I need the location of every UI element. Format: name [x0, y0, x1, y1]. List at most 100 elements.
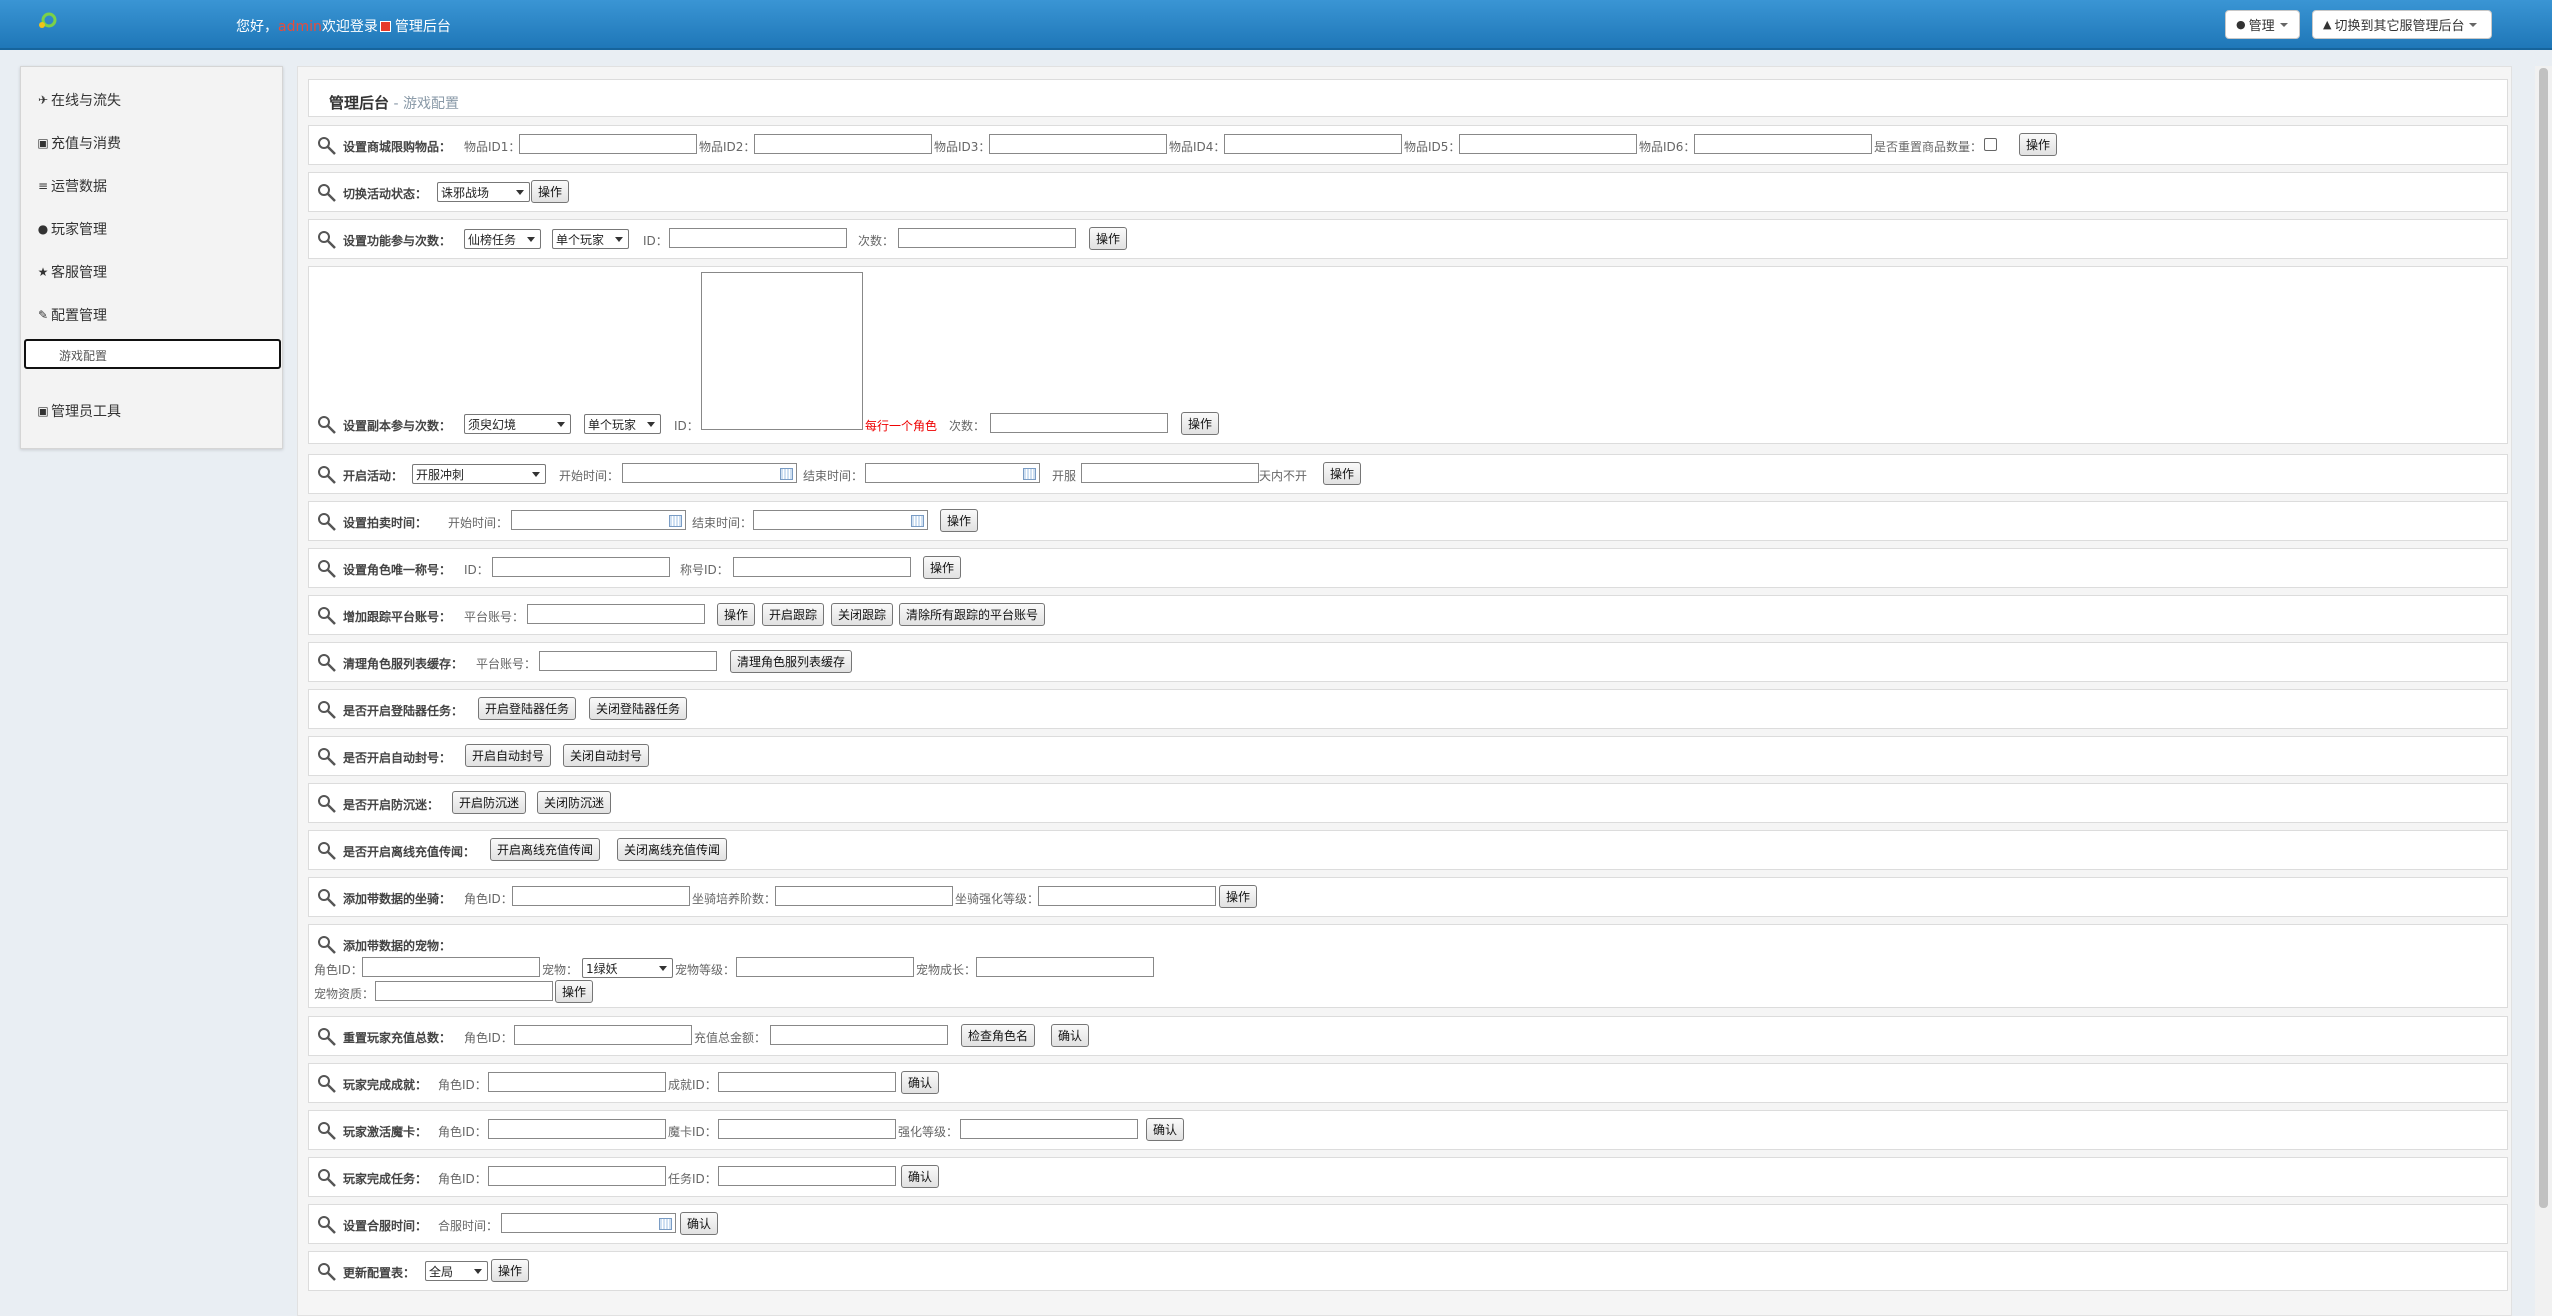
start-time-input[interactable]: [622, 463, 797, 483]
card-id-input[interactable]: [718, 1119, 896, 1139]
search-icon: [318, 466, 336, 484]
role-id-textarea[interactable]: [701, 272, 863, 430]
title-id-input[interactable]: [733, 557, 911, 577]
merge-time-confirm-button[interactable]: 确认: [680, 1212, 719, 1235]
greeting-text: 您好，: [236, 19, 278, 35]
dungeon-count-button[interactable]: 操作: [1181, 412, 1220, 435]
enable-offline-recharge-button[interactable]: 开启离线充值传闻: [490, 838, 601, 861]
enable-login-task-button[interactable]: 开启登陆器任务: [478, 697, 577, 720]
recharge-amount-input[interactable]: [770, 1025, 948, 1045]
mount-strength-input[interactable]: [1038, 886, 1216, 906]
pet-aptitude-input[interactable]: [375, 981, 553, 1001]
func-count-button[interactable]: 操作: [1089, 227, 1128, 250]
item-id2-input[interactable]: [754, 134, 932, 154]
shop-limit-button[interactable]: 操作: [2019, 133, 2058, 156]
manage-label: 管理: [2248, 19, 2275, 34]
auction-end-input[interactable]: [753, 510, 928, 530]
update-config-label: 更新配置表：: [343, 1266, 416, 1280]
item-id6-input[interactable]: [1694, 134, 1872, 154]
one-per-line-hint: 每行一个角色: [865, 419, 938, 433]
task-confirm-button[interactable]: 确认: [901, 1165, 940, 1188]
mount-role-id-input[interactable]: [512, 886, 690, 906]
pet-role-id-input[interactable]: [362, 957, 540, 977]
sidebar-item-config[interactable]: ✎ 配置管理: [37, 305, 107, 325]
clear-tracking-button[interactable]: 清除所有跟踪的平台账号: [899, 603, 1046, 626]
disable-anti-addiction-button[interactable]: 关闭防沉迷: [537, 791, 612, 814]
sidebar-item-operations[interactable]: ≡ 运营数据: [37, 176, 107, 196]
card-role-id-input[interactable]: [488, 1119, 666, 1139]
player-scope-select[interactable]: 单个玩家: [584, 414, 661, 434]
platform-account-input[interactable]: [527, 604, 705, 624]
item-id3-input[interactable]: [989, 134, 1167, 154]
function-select[interactable]: 仙榜任务: [464, 229, 541, 249]
achievement-id-input[interactable]: [718, 1072, 896, 1092]
auction-time-row: 设置拍卖时间： 开始时间： 结束时间： 操作: [308, 501, 2508, 541]
sidebar-item-recharge[interactable]: ▣ 充值与消费: [37, 133, 121, 153]
stop-tracking-button[interactable]: 关闭跟踪: [831, 603, 894, 626]
manage-dropdown[interactable]: ● 管理: [2225, 10, 2300, 39]
task-role-id-input[interactable]: [488, 1166, 666, 1186]
sidebar-item-players[interactable]: ● 玩家管理: [37, 219, 107, 239]
dungeon-select[interactable]: 须臾幻境: [464, 414, 571, 434]
item-id1-input[interactable]: [519, 134, 697, 154]
pet-select[interactable]: 1绿妖: [582, 958, 673, 978]
achievement-confirm-button[interactable]: 确认: [901, 1071, 940, 1094]
track-account-row: 增加跟踪平台账号： 平台账号： 操作 开启跟踪 关闭跟踪 清除所有跟踪的平台账号: [308, 595, 2508, 635]
enable-anti-addiction-button[interactable]: 开启防沉迷: [452, 791, 527, 814]
role-id-input[interactable]: [492, 557, 670, 577]
add-pet-button[interactable]: 操作: [555, 980, 594, 1003]
activate-card-row: 玩家激活魔卡： 角色ID： 魔卡ID： 强化等级： 确认: [308, 1110, 2508, 1150]
disable-offline-recharge-button[interactable]: 关闭离线充值传闻: [617, 838, 728, 861]
recharge-role-id-input[interactable]: [514, 1025, 692, 1045]
mount-train-input[interactable]: [775, 886, 953, 906]
dungeon-count-row: 设置副本参与次数： 须臾幻境 单个玩家 ID： 每行一个角色 次数： 操作: [308, 266, 2508, 444]
plane-icon: ✈: [37, 93, 49, 107]
item-id4-input[interactable]: [1224, 134, 1402, 154]
cache-account-input[interactable]: [539, 651, 717, 671]
task-id-input[interactable]: [718, 1166, 896, 1186]
pet-growth-label: 宠物成长：: [916, 963, 977, 977]
check-role-name-button[interactable]: 检查角色名: [961, 1024, 1036, 1047]
activity-state-button[interactable]: 操作: [531, 180, 570, 203]
open-activity-button[interactable]: 操作: [1323, 462, 1362, 485]
func-id-input[interactable]: [669, 228, 847, 248]
item-id5-input[interactable]: [1459, 134, 1637, 154]
update-config-button[interactable]: 操作: [491, 1259, 530, 1282]
sidebar-item-admin-tools[interactable]: ▣ 管理员工具: [37, 401, 121, 421]
sidebar-subitem-game-config[interactable]: 游戏配置: [24, 339, 281, 369]
add-mount-button[interactable]: 操作: [1219, 885, 1258, 908]
merge-time-input[interactable]: [501, 1213, 676, 1233]
achievement-role-id-input[interactable]: [488, 1072, 666, 1092]
pet-growth-input[interactable]: [976, 957, 1154, 977]
track-submit-button[interactable]: 操作: [717, 603, 756, 626]
add-mount-label: 添加带数据的坐骑：: [343, 892, 452, 906]
disable-auto-ban-button[interactable]: 关闭自动封号: [563, 744, 650, 767]
activity-select[interactable]: 诛邪战场: [437, 182, 530, 202]
reset-recharge-confirm-button[interactable]: 确认: [1051, 1024, 1090, 1047]
sidebar-item-online[interactable]: ✈ 在线与流失: [37, 90, 121, 110]
cart-icon: ▣: [37, 136, 49, 150]
activity-type-select[interactable]: 开服冲刺: [412, 464, 546, 484]
update-config-row: 更新配置表： 全局 操作: [308, 1251, 2508, 1291]
card-confirm-button[interactable]: 确认: [1146, 1118, 1185, 1141]
config-scope-select[interactable]: 全局: [425, 1261, 488, 1281]
reset-quantity-checkbox[interactable]: [1984, 138, 1997, 151]
func-count-input[interactable]: [898, 228, 1076, 248]
card-strength-input[interactable]: [960, 1119, 1138, 1139]
auction-time-button[interactable]: 操作: [940, 509, 979, 532]
auction-start-input[interactable]: [511, 510, 686, 530]
search-icon: [318, 416, 336, 434]
open-days-input[interactable]: [1081, 463, 1259, 483]
end-time-input[interactable]: [865, 463, 1040, 483]
unique-title-button[interactable]: 操作: [923, 556, 962, 579]
dungeon-count-input[interactable]: [990, 413, 1168, 433]
pet-level-input[interactable]: [736, 957, 914, 977]
clear-cache-button[interactable]: 清理角色服列表缓存: [730, 650, 853, 673]
player-scope-select[interactable]: 单个玩家: [552, 229, 629, 249]
sidebar-item-support[interactable]: ★ 客服管理: [37, 262, 107, 282]
disable-login-task-button[interactable]: 关闭登陆器任务: [589, 697, 688, 720]
enable-auto-ban-button[interactable]: 开启自动封号: [465, 744, 552, 767]
scrollbar-thumb[interactable]: [2539, 68, 2548, 1208]
start-tracking-button[interactable]: 开启跟踪: [762, 603, 825, 626]
switch-server-dropdown[interactable]: ▲ 切换到其它服管理后台: [2312, 10, 2492, 39]
